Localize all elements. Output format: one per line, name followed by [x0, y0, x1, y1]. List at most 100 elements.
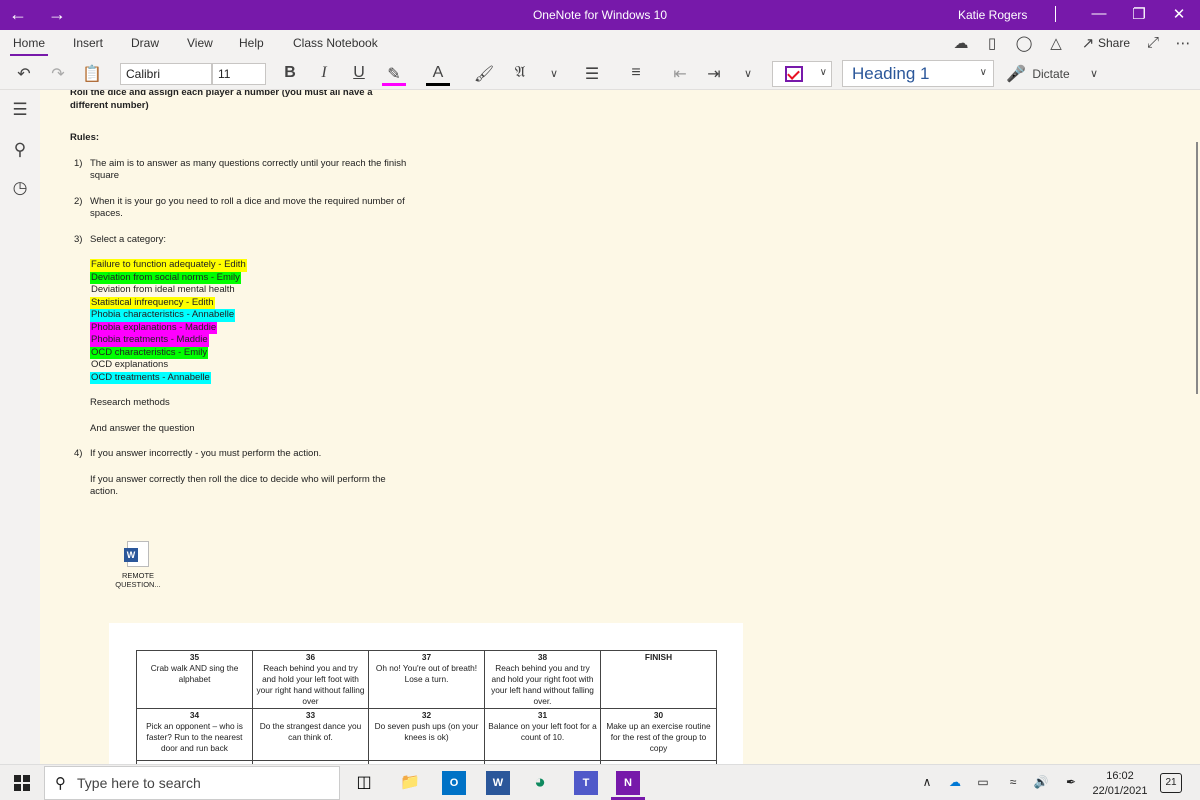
recent-clock-icon[interactable]: ◷: [8, 178, 32, 198]
time-text: 16:02: [1106, 770, 1134, 782]
style-dropdown[interactable]: Heading 1 ∨: [842, 60, 994, 87]
page-canvas[interactable]: Roll the dice and assign each player a n…: [40, 90, 1200, 764]
highlighter-icon[interactable]: ✎: [382, 64, 406, 86]
category-item: Failure to function adequately - Edith: [90, 259, 410, 272]
category-item: Deviation from social norms - Emily: [90, 271, 410, 284]
category-item: OCD explanations: [90, 359, 410, 372]
microphone-icon[interactable]: 🎤: [1004, 64, 1028, 84]
category-item: OCD treatments - Annabelle: [90, 371, 410, 384]
decrease-indent-icon[interactable]: ⇤: [668, 64, 692, 84]
title-separator: [1055, 6, 1056, 22]
notifications-icon[interactable]: 21: [1160, 773, 1182, 793]
numbered-list-icon[interactable]: ≡: [624, 64, 648, 82]
user-name[interactable]: Katie Rogers: [958, 8, 1027, 22]
todo-tag-dropdown[interactable]: ∨: [772, 61, 832, 87]
restore-icon[interactable]: ❐: [1124, 5, 1154, 23]
chevron-up-icon[interactable]: ∧: [918, 775, 936, 789]
search-icon[interactable]: ⚲: [8, 140, 32, 160]
increase-indent-icon[interactable]: ⇥: [702, 64, 726, 84]
task-view-icon[interactable]: ◫: [352, 771, 376, 795]
search-placeholder: Type here to search: [77, 775, 201, 791]
tab-home[interactable]: Home: [13, 36, 45, 50]
chevron-down-icon: ∨: [979, 67, 987, 78]
board-game-table-container[interactable]: 35 Crab walk AND sing the alphabet 36 Reach…: [109, 623, 743, 764]
share-button[interactable]: Share: [1098, 36, 1130, 50]
format-painter-icon[interactable]: 🖌: [472, 64, 496, 84]
category-text: Phobia treatments - Maddie: [90, 334, 209, 347]
square-text: Make up an exercise routine for the rest…: [606, 721, 711, 753]
more-icon[interactable]: ⋯: [1172, 34, 1194, 52]
underline-button[interactable]: U: [347, 64, 371, 82]
square-text: Oh no! You're out of breath! Lose a turn…: [375, 663, 478, 684]
onedrive-icon[interactable]: ☁: [946, 775, 964, 789]
page-content[interactable]: Roll the dice and assign each player a n…: [70, 90, 410, 499]
category-item: OCD characteristics - Emily: [90, 346, 410, 359]
sync-icon[interactable]: ☁: [950, 34, 972, 52]
chevron-down-icon[interactable]: ∨: [736, 67, 760, 80]
undo-icon[interactable]: ↶: [12, 64, 36, 84]
font-name-input[interactable]: Calibri: [120, 63, 212, 85]
square-number: 37: [421, 652, 432, 662]
onenote-icon[interactable]: N: [616, 771, 640, 795]
word-icon[interactable]: W: [486, 771, 510, 795]
taskbar-search-input[interactable]: ⚲ Type here to search: [44, 766, 340, 800]
vertical-scrollbar[interactable]: [1196, 142, 1198, 394]
edge-icon[interactable]: ◕: [528, 771, 552, 795]
windows-start-icon[interactable]: [14, 775, 30, 791]
board-square: 37 Oh no! You're out of breath! Lose a tu…: [368, 650, 485, 709]
bold-button[interactable]: B: [278, 64, 302, 82]
clipboard-icon[interactable]: 📋: [80, 64, 104, 84]
italic-button[interactable]: I: [312, 64, 336, 82]
category-text: Statistical infrequency - Edith: [90, 296, 215, 309]
square-number: 38: [537, 652, 548, 662]
square-text: Reach behind you and try and hold your r…: [491, 663, 594, 706]
board-square: 32 Do seven push ups (on your knees is ok…: [368, 708, 485, 761]
category-list: Failure to function adequately - Edith De…: [70, 259, 410, 384]
board-square: 36 Reach behind you and try and hold your…: [252, 650, 369, 709]
lightbulb-icon[interactable]: ◯: [1013, 34, 1035, 52]
ribbon-toolbar: ↶ ↷ 📋 Calibri 11 B I U ✎ A 🖌 𝔄 ∨ ☰ ≡ ⇤ ⇥…: [0, 58, 1200, 90]
dictate-button[interactable]: Dictate: [1030, 67, 1072, 81]
teams-icon[interactable]: T: [574, 771, 598, 795]
square-text: FINISH: [644, 652, 673, 662]
category-item: Phobia characteristics - Annabelle: [90, 309, 410, 322]
tab-view[interactable]: View: [187, 36, 213, 50]
tab-class-notebook[interactable]: Class Notebook: [293, 36, 378, 50]
pen-icon[interactable]: ✒: [1062, 775, 1080, 789]
square-number: 35: [189, 652, 200, 662]
share-icon[interactable]: ↗: [1077, 34, 1099, 52]
board-square: 34 Pick an opponent – who is faster? Run …: [136, 708, 253, 761]
minimize-icon[interactable]: —: [1084, 5, 1114, 22]
word-attachment[interactable]: W REMOTE QUESTION...: [108, 541, 168, 589]
chevron-down-icon[interactable]: ∨: [1082, 67, 1106, 80]
styles-icon[interactable]: 𝔄: [508, 64, 532, 82]
tab-help[interactable]: Help: [239, 36, 264, 50]
fullscreen-icon[interactable]: ⤢: [1142, 34, 1164, 51]
tab-insert[interactable]: Insert: [73, 36, 103, 50]
volume-icon[interactable]: 🔊: [1032, 775, 1050, 789]
checkbox-icon: [785, 66, 803, 82]
bell-icon[interactable]: △: [1045, 34, 1067, 52]
date-text: 22/01/2021: [1092, 785, 1148, 797]
chevron-down-icon[interactable]: ∨: [542, 67, 566, 80]
notebook-icon[interactable]: ▯: [981, 34, 1003, 52]
rules-heading: Rules:: [70, 132, 100, 143]
bullet-list-icon[interactable]: ☰: [580, 64, 604, 84]
attachment-name: REMOTE QUESTION...: [115, 571, 161, 589]
battery-icon[interactable]: ▭: [974, 775, 992, 789]
square-text: Do seven push ups (on your knees is ok): [374, 721, 479, 742]
wifi-icon[interactable]: ≈: [1004, 775, 1022, 789]
clock[interactable]: 16:02 22/01/2021: [1090, 769, 1150, 799]
outlook-icon[interactable]: O: [442, 771, 466, 795]
notebooks-icon[interactable]: ☰: [8, 100, 32, 120]
font-color-button[interactable]: A: [426, 64, 450, 86]
square-text: Do the strangest dance you can think of.: [259, 721, 362, 742]
board-square: 31 Balance on your left foot for a count …: [484, 708, 601, 761]
tab-draw[interactable]: Draw: [131, 36, 159, 50]
file-explorer-icon[interactable]: 📁: [398, 771, 422, 795]
intro-text: Roll the dice and assign each player a n…: [70, 90, 373, 111]
square-number: 34: [189, 710, 200, 720]
close-icon[interactable]: ✕: [1164, 5, 1194, 23]
font-size-input[interactable]: 11: [212, 63, 266, 85]
redo-icon[interactable]: ↷: [46, 64, 70, 84]
